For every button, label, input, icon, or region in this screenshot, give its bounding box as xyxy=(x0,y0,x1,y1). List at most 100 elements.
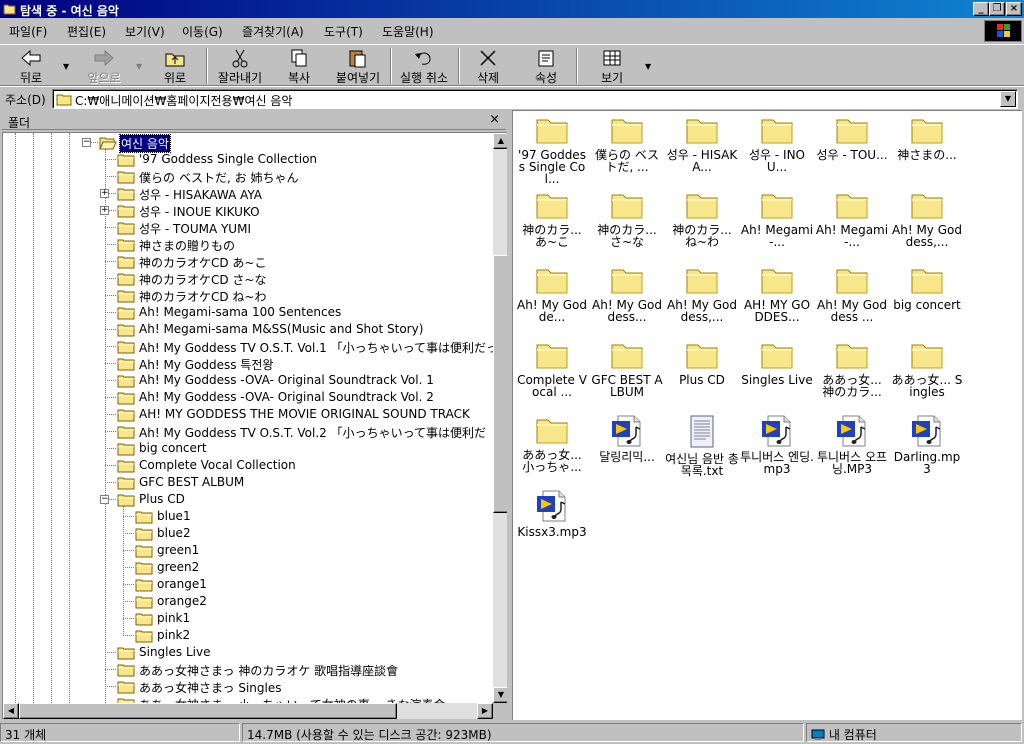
item-label: 달링리믹... xyxy=(599,450,655,464)
file-item[interactable]: 여신님 음반 총목록.txt xyxy=(665,413,739,487)
folder-item[interactable]: 성우 - TOU... xyxy=(815,113,889,187)
collapse-toggle-icon[interactable]: − xyxy=(82,138,91,147)
tree-item-label: Ah! My Goddess -OVA- Original Soundtrack… xyxy=(139,390,434,404)
folder-item[interactable]: Ah! My Goddess,... xyxy=(665,263,739,337)
tree-horizontal-scrollbar[interactable]: ◀ ▶ xyxy=(3,703,493,719)
tree-item-label: Ah! My Goddess TV O.S.T. Vol.1 「小っちゃいって事… xyxy=(139,341,498,355)
folder-item[interactable]: Complete Vocal ... xyxy=(515,338,589,412)
collapse-toggle-icon[interactable]: − xyxy=(100,495,109,504)
folder-item[interactable]: big concert xyxy=(890,263,964,337)
tree-connector xyxy=(105,448,116,449)
item-label: Ah! Megami-... xyxy=(815,223,889,249)
file-item[interactable]: 투니버스 엔딩.mp3 xyxy=(740,413,814,487)
item-label: 神のカラ... さ~な xyxy=(597,223,657,249)
tree-guide-line xyxy=(69,133,70,703)
paste-button[interactable]: 붙여넣기 xyxy=(332,47,384,85)
close-button[interactable]: × xyxy=(1006,2,1022,16)
folder-item[interactable]: Ah! My Godde... xyxy=(515,263,589,337)
file-item[interactable]: 투니버스 오프닝.MP3 xyxy=(815,413,889,487)
back-arrow-icon xyxy=(21,49,41,67)
views-button[interactable]: 보기 xyxy=(594,47,630,85)
folder-icon xyxy=(911,344,943,369)
folder-tree[interactable]: 여신 음악 − '97 Goddess Single Collection 僕らの ベ… xyxy=(2,132,507,719)
tree-item-label: GFC BEST ALBUM xyxy=(139,475,245,489)
file-item[interactable]: 달링리믹... xyxy=(590,413,664,487)
menu-edit[interactable]: 편집(E) xyxy=(67,23,106,40)
address-label: 주소(D) xyxy=(5,93,46,107)
scroll-thumb[interactable] xyxy=(19,703,397,719)
folder-icon xyxy=(686,119,718,144)
folder-item[interactable]: ああっ女... 小っちゃ... xyxy=(515,413,589,487)
folder-item[interactable]: Singles Live xyxy=(740,338,814,412)
folder-item[interactable]: '97 Goddess Single Col... xyxy=(515,113,589,187)
menu-view[interactable]: 보기(V) xyxy=(125,23,165,40)
copy-button[interactable]: 복사 xyxy=(278,47,320,85)
tree-item-label: Ah! Megami-sama 100 Sentences xyxy=(139,305,342,319)
tree-connector xyxy=(123,533,134,534)
scroll-left-button[interactable]: ◀ xyxy=(3,703,19,719)
expand-toggle-icon[interactable]: + xyxy=(100,189,109,198)
tree-item-label: Ah! My Goddess 특전왕 xyxy=(139,358,274,372)
folder-item[interactable]: Plus CD xyxy=(665,338,739,412)
tree-item-label: big concert xyxy=(139,441,207,455)
restore-button[interactable]: ❐ xyxy=(989,2,1005,16)
forward-dropdown-icon[interactable]: ▼ xyxy=(136,62,142,71)
folder-item[interactable]: GFC BEST ALBUM xyxy=(590,338,664,412)
folder-item[interactable]: 僕らの ベストだ, ... xyxy=(590,113,664,187)
folder-item[interactable]: 神のカラ... さ~な xyxy=(590,188,664,262)
scroll-right-button[interactable]: ▶ xyxy=(477,703,493,719)
address-input[interactable]: C:₩애니메이션₩홈페이지전용₩여신 음악 ▼ xyxy=(52,89,1018,109)
folder-item[interactable]: Ah! My Goddess... xyxy=(590,263,664,337)
views-dropdown-icon[interactable]: ▼ xyxy=(645,62,651,71)
menu-favorites[interactable]: 즐겨찾기(A) xyxy=(242,23,304,40)
folder-item[interactable]: ああっ女... 神のカラ... xyxy=(815,338,889,412)
menu-file[interactable]: 파일(F) xyxy=(9,23,47,40)
file-item[interactable]: Darling.mp3 xyxy=(890,413,964,487)
minimize-button[interactable]: _ xyxy=(973,2,989,16)
delete-button[interactable]: 삭제 xyxy=(468,47,508,85)
address-dropdown-button[interactable]: ▼ xyxy=(1000,91,1016,107)
up-button[interactable]: 위로 xyxy=(152,47,198,85)
folder-item[interactable]: 神さまの... xyxy=(890,113,964,187)
cut-button[interactable]: 잘라내기 xyxy=(214,47,266,85)
file-list-panel[interactable]: '97 Goddess Single Col... 僕らの ベストだ, ... 성우… xyxy=(512,110,1022,720)
folder-item[interactable]: 神のカラ... ね~わ xyxy=(665,188,739,262)
scroll-down-button[interactable]: ▼ xyxy=(493,687,507,703)
menu-help[interactable]: 도움말(H) xyxy=(382,23,434,40)
undo-button[interactable]: 실행 취소 xyxy=(396,47,452,85)
folder-item[interactable]: AH! MY GODDES... xyxy=(740,263,814,337)
scroll-up-button[interactable]: ▲ xyxy=(493,133,507,149)
folder-item[interactable]: Ah! Megami-... xyxy=(815,188,889,262)
tree-vertical-scrollbar[interactable]: ▲ ▼ xyxy=(493,133,507,703)
item-label: 神さまの... xyxy=(897,148,957,162)
back-button[interactable]: 뒤로 xyxy=(6,47,56,85)
folder-icon xyxy=(135,596,153,609)
tree-connector xyxy=(105,431,116,432)
tree-item-label: green2 xyxy=(157,560,200,574)
scroll-thumb[interactable] xyxy=(493,255,507,513)
close-pane-icon[interactable]: × xyxy=(489,112,500,127)
folder-item[interactable]: Ah! My Goddess,... xyxy=(890,188,964,262)
folder-item[interactable]: 神のカラ... あ~こ xyxy=(515,188,589,262)
tree-item-label: 神さまの贈りもの xyxy=(139,239,236,253)
tree-item-label: '97 Goddess Single Collection xyxy=(139,152,318,166)
folder-item[interactable]: Ah! Megami-... xyxy=(740,188,814,262)
menu-tools[interactable]: 도구(T) xyxy=(324,23,363,40)
menu-go[interactable]: 이동(G) xyxy=(182,23,223,40)
expand-toggle-icon[interactable]: + xyxy=(100,206,109,215)
tree-guide-line xyxy=(33,133,34,703)
folder-item[interactable]: 성우 - INOU... xyxy=(740,113,814,187)
back-dropdown-icon[interactable]: ▼ xyxy=(63,62,69,71)
properties-button[interactable]: 속성 xyxy=(526,47,566,85)
tree-item-label: blue2 xyxy=(157,526,191,540)
folder-item[interactable]: Ah! My Goddess ... xyxy=(815,263,889,337)
folder-item[interactable]: ああっ女... Singles xyxy=(890,338,964,412)
item-label: 투니버스 엔딩.mp3 xyxy=(740,450,814,476)
folder-open-icon xyxy=(3,4,16,15)
forward-button[interactable]: 앞으로 xyxy=(78,47,130,85)
tree-item-label: ああっ女神さまっ Singles xyxy=(139,681,282,695)
folder-item[interactable]: 성우 - HISAKA... xyxy=(665,113,739,187)
tree-connector xyxy=(105,652,116,653)
file-item[interactable]: Kissx3.mp3 xyxy=(515,488,589,562)
item-label: Ah! My Goddess ... xyxy=(817,298,887,324)
